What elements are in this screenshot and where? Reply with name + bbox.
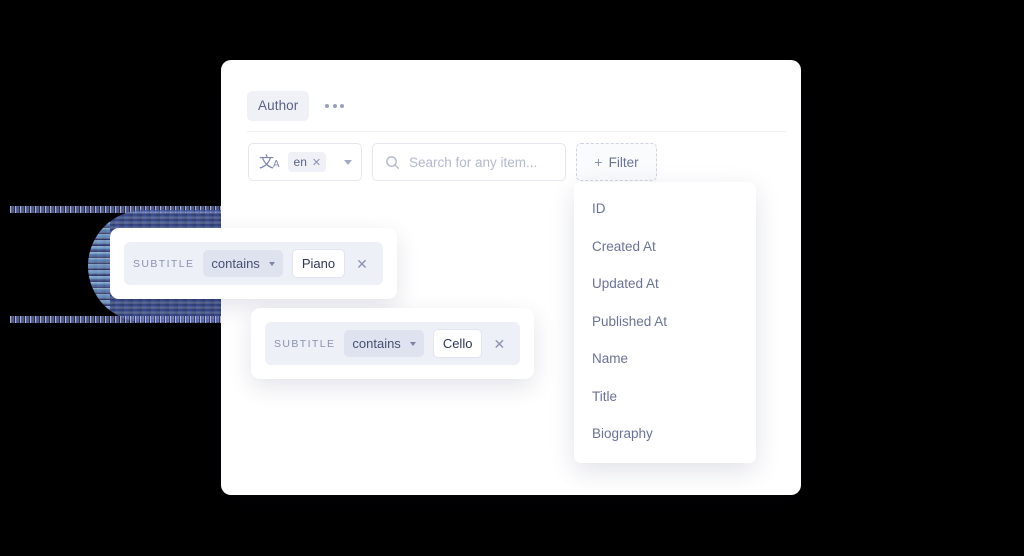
plus-icon: + (594, 154, 603, 170)
filter-operator-select[interactable]: contains (203, 250, 283, 277)
close-icon[interactable]: ✕ (312, 156, 321, 169)
filter-operator-label: contains (352, 336, 401, 351)
dropdown-item-title[interactable]: Title (574, 378, 756, 416)
filter-chip: SUBTITLE contains Cello ✕ (265, 322, 521, 365)
ellipsis-dot (332, 103, 337, 108)
ellipsis-dot (325, 103, 330, 108)
filter-chip: SUBTITLE contains Piano ✕ (124, 242, 383, 285)
ellipsis-dot (340, 103, 345, 108)
chevron-down-icon[interactable] (344, 159, 352, 165)
filter-value-input[interactable]: Piano (291, 249, 346, 278)
dropdown-item-updated-at[interactable]: Updated At (574, 265, 756, 303)
search-box[interactable] (372, 143, 566, 181)
screenshot-stage: Author 文A en ✕ Search for any item... + … (0, 0, 1024, 556)
dropdown-item-name[interactable]: Name (574, 340, 756, 378)
dropdown-item-id[interactable]: ID (574, 190, 756, 228)
filter-value-input[interactable]: Cello (432, 329, 483, 358)
search-icon (385, 155, 400, 170)
ellipsis-icon[interactable] (321, 98, 348, 114)
filter-chip-card: SUBTITLE contains Cello ✕ (251, 308, 535, 379)
filter-field-label: SUBTITLE (274, 337, 336, 350)
search-input[interactable] (409, 154, 553, 170)
dropdown-item-biography[interactable]: Biography (574, 415, 756, 453)
dropdown-item-created-at[interactable]: Created At (574, 228, 756, 266)
filter-field-label: SUBTITLE (133, 257, 195, 270)
header-divider (247, 131, 786, 132)
chevron-down-icon (409, 341, 416, 346)
controls-row: 文A en ✕ + Filter (248, 143, 657, 181)
dropdown-item-published-at[interactable]: Published At (574, 303, 756, 341)
glitch-artifact-bottom-noise (10, 316, 235, 323)
tabs-row: Author (247, 91, 348, 121)
close-icon[interactable]: ✕ (491, 337, 511, 351)
add-filter-label: Filter (608, 154, 639, 170)
add-filter-button[interactable]: + Filter (576, 143, 657, 181)
filter-operator-select[interactable]: contains (344, 330, 424, 357)
tab-author[interactable]: Author (247, 91, 310, 121)
chevron-down-icon (268, 261, 275, 266)
language-select[interactable]: 文A en ✕ (248, 143, 362, 181)
language-tag-label: en (293, 155, 307, 169)
close-icon[interactable]: ✕ (354, 257, 374, 271)
field-dropdown: ID Created At Updated At Published At Na… (574, 182, 756, 463)
language-tag-en[interactable]: en ✕ (287, 152, 327, 172)
filter-operator-label: contains (211, 256, 260, 271)
filter-chip-card: SUBTITLE contains Piano ✕ (110, 228, 397, 299)
translate-icon: 文A (259, 152, 280, 171)
